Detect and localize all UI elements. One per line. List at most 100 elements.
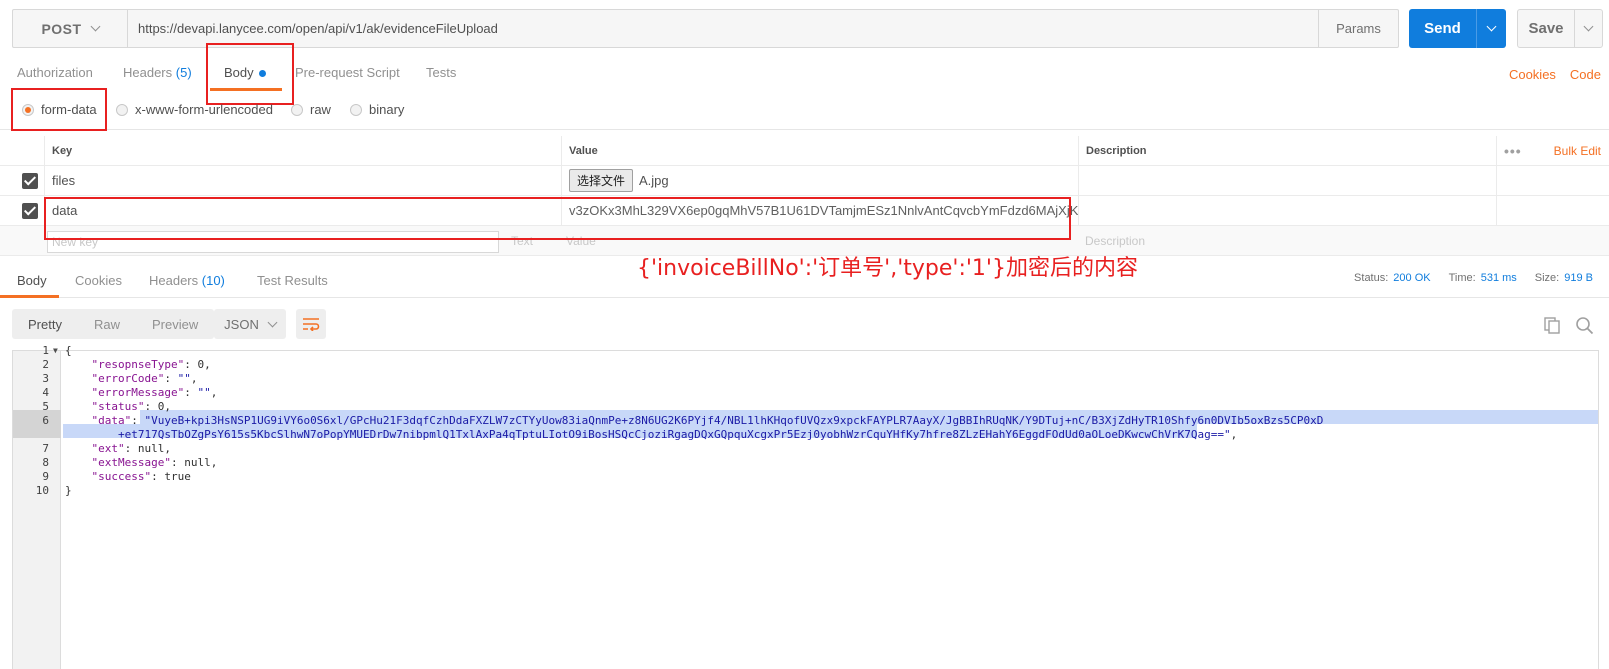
code-line: "extMessage": null, bbox=[91, 456, 218, 469]
view-mode-group: Pretty Raw Preview bbox=[12, 309, 215, 339]
params-button[interactable]: Params bbox=[1318, 10, 1398, 47]
row-spacer bbox=[1496, 166, 1609, 195]
annotation-box-data-row bbox=[44, 197, 1071, 240]
format-select[interactable]: JSON bbox=[214, 309, 286, 339]
line-number: 7 bbox=[42, 442, 49, 455]
code-link[interactable]: Code bbox=[1570, 67, 1601, 82]
code-line: "resopnseType": 0, bbox=[91, 358, 211, 371]
status-value: 200 OK bbox=[1393, 272, 1431, 284]
body-type-radios: form-data x-www-form-urlencoded raw bina… bbox=[0, 96, 1609, 130]
radio-binary[interactable]: binary bbox=[350, 102, 404, 117]
json-key: "errorCode" bbox=[91, 372, 165, 385]
status-info: Status: 200 OK bbox=[1354, 272, 1431, 284]
annotation-box-form-data bbox=[11, 88, 107, 131]
json-value: null bbox=[184, 456, 211, 469]
code-line: { bbox=[65, 344, 72, 357]
time-value: 531 ms bbox=[1480, 272, 1517, 284]
radio-urlencoded[interactable]: x-www-form-urlencoded bbox=[116, 102, 273, 117]
response-body-viewer[interactable]: 1 ▼ 2 3 4 5 6 7 8 9 10 { "resopnseType":… bbox=[12, 344, 1599, 669]
size-info: Size: 919 B bbox=[1535, 272, 1593, 284]
tab-response-body[interactable]: Body bbox=[17, 273, 47, 288]
search-icon[interactable] bbox=[1575, 316, 1594, 335]
tab-response-cookies[interactable]: Cookies bbox=[75, 273, 122, 288]
send-button[interactable]: Send bbox=[1409, 9, 1506, 48]
key-header: Key bbox=[44, 136, 560, 165]
description-cell[interactable] bbox=[1078, 196, 1498, 225]
preview-button[interactable]: Preview bbox=[136, 309, 214, 339]
tab-headers[interactable]: Headers (5) bbox=[123, 65, 192, 80]
radio-raw[interactable]: raw bbox=[291, 102, 331, 117]
json-key: "success" bbox=[91, 470, 152, 483]
tab-prerequest-script[interactable]: Pre-request Script bbox=[295, 65, 400, 80]
line-number: 5 bbox=[42, 400, 49, 413]
save-button[interactable]: Save bbox=[1517, 9, 1603, 48]
json-value-continued: +et717QsTbOZgPsY615s5KbcSlhwN7oPopYMUEDr… bbox=[117, 428, 1231, 441]
tab-headers-label: Headers bbox=[123, 65, 173, 80]
code-line: } bbox=[65, 484, 72, 497]
tab-tests[interactable]: Tests bbox=[426, 65, 456, 80]
value-header: Value bbox=[561, 136, 1078, 165]
pretty-button[interactable]: Pretty bbox=[12, 309, 78, 339]
code-line: "data": "VuyeB+kpi3HsNSP1UG9iVY6o0S6xl/G… bbox=[91, 414, 1324, 427]
time-label: Time: bbox=[1448, 272, 1476, 284]
code-line: "errorMessage": "", bbox=[91, 386, 218, 399]
fold-arrow-icon[interactable]: ▼ bbox=[53, 344, 58, 358]
value-cell[interactable]: 选择文件 A.jpg bbox=[561, 166, 1078, 195]
wrap-lines-button[interactable] bbox=[296, 309, 326, 339]
tab-authorization[interactable]: Authorization bbox=[17, 65, 93, 80]
save-label: Save bbox=[1528, 20, 1564, 37]
code-line: "ext": null, bbox=[91, 442, 172, 455]
table-row: files 选择文件 A.jpg bbox=[0, 166, 1609, 196]
size-value: 919 B bbox=[1564, 272, 1593, 284]
method-select[interactable]: POST bbox=[13, 10, 128, 47]
code-line: +et717QsTbOZgPsY615s5KbcSlhwN7oPopYMUEDr… bbox=[117, 428, 1238, 441]
wrap-lines-icon bbox=[303, 318, 320, 331]
copy-icon[interactable] bbox=[1543, 316, 1561, 334]
json-value: 0 bbox=[197, 358, 205, 371]
active-response-tab-indicator bbox=[0, 295, 59, 298]
description-header: Description bbox=[1078, 136, 1498, 165]
size-label: Size: bbox=[1534, 272, 1560, 284]
line-number: 1 bbox=[42, 344, 49, 357]
table-header: Key Value Description ••• Bulk Edit bbox=[0, 136, 1609, 166]
code-line: "success": true bbox=[91, 470, 191, 483]
json-key: "data" bbox=[91, 414, 132, 427]
headers-count: (5) bbox=[175, 65, 192, 80]
send-dropdown[interactable] bbox=[1476, 9, 1506, 48]
bulk-edit-link[interactable]: Bulk Edit bbox=[1554, 144, 1601, 158]
file-name: A.jpg bbox=[639, 173, 669, 188]
json-value: true bbox=[164, 470, 191, 483]
chevron-down-icon bbox=[267, 317, 278, 327]
tab-response-headers[interactable]: Headers (10) bbox=[149, 273, 225, 288]
line-number: 2 bbox=[42, 358, 49, 371]
radio-raw-label: raw bbox=[310, 102, 331, 117]
json-value: null bbox=[137, 442, 165, 455]
code-line: "status": 0, bbox=[91, 400, 171, 413]
key-cell[interactable]: files bbox=[44, 166, 560, 195]
json-key: "ext" bbox=[91, 442, 125, 455]
line-gutter: 1 ▼ 2 3 4 5 6 7 8 9 10 bbox=[13, 344, 61, 669]
row-checkbox[interactable] bbox=[22, 173, 38, 189]
chevron-down-icon bbox=[90, 21, 101, 32]
json-value: 0 bbox=[157, 400, 165, 413]
radio-urlencoded-label: x-www-form-urlencoded bbox=[135, 102, 273, 117]
url-input[interactable]: https://devapi.lanycee.com/open/api/v1/a… bbox=[128, 10, 1318, 47]
code-line: "errorCode": "", bbox=[91, 372, 198, 385]
description-cell[interactable] bbox=[1078, 166, 1498, 195]
table-actions: ••• Bulk Edit bbox=[1496, 136, 1609, 165]
choose-file-button[interactable]: 选择文件 bbox=[569, 169, 634, 192]
line-number: 6 bbox=[42, 414, 49, 427]
row-checkbox[interactable] bbox=[22, 203, 38, 219]
request-links: Cookies Code bbox=[1509, 67, 1601, 82]
more-options-icon[interactable]: ••• bbox=[1504, 143, 1522, 159]
radio-binary-label: binary bbox=[369, 102, 405, 117]
radio-icon bbox=[291, 103, 303, 116]
raw-button[interactable]: Raw bbox=[78, 309, 136, 339]
cookies-link[interactable]: Cookies bbox=[1509, 67, 1556, 82]
tab-test-results[interactable]: Test Results bbox=[257, 273, 328, 288]
json-key: "resopnseType" bbox=[91, 358, 185, 371]
json-key: "status" bbox=[91, 400, 145, 413]
save-dropdown[interactable] bbox=[1574, 10, 1602, 47]
json-key: "extMessage" bbox=[91, 456, 171, 469]
json-value: "" bbox=[197, 386, 211, 399]
